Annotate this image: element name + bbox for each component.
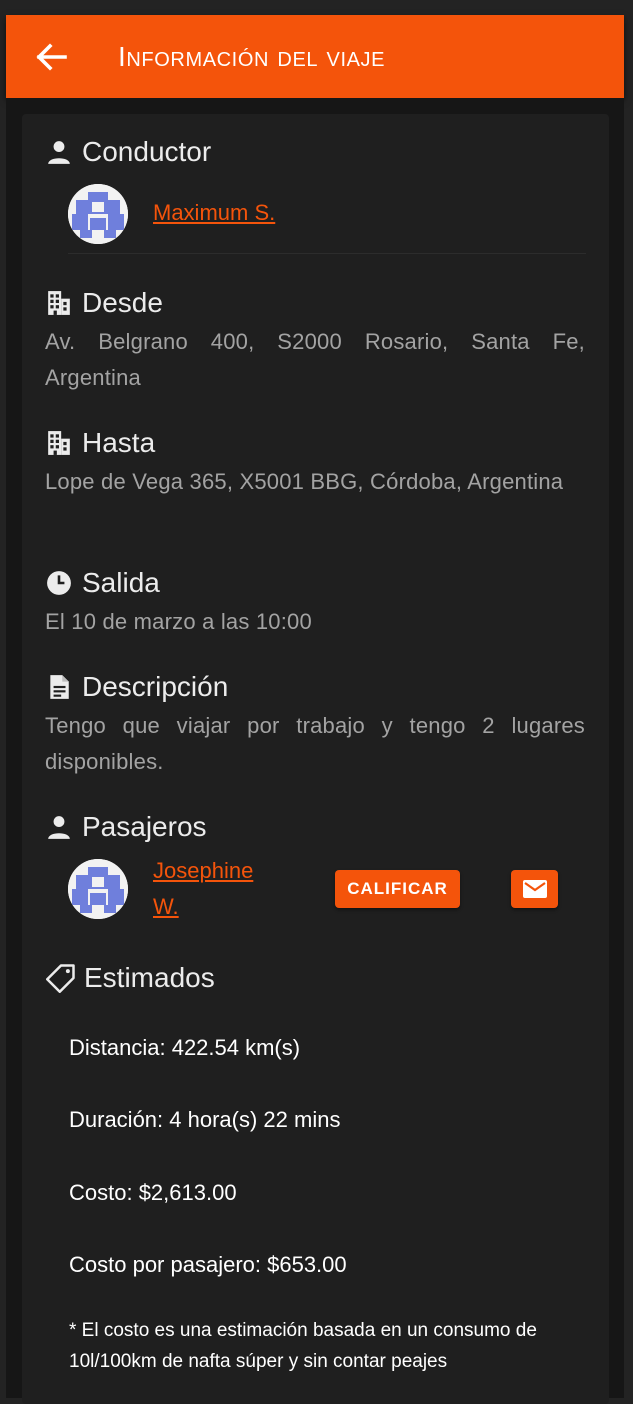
- estimated-distance: Distancia: 422.54 km(s): [69, 1035, 301, 1060]
- message-passenger-button[interactable]: [511, 870, 558, 908]
- passenger-first-name: Josephine: [153, 858, 254, 883]
- estimados-section-header: Estimados: [46, 962, 215, 994]
- tag-icon: [46, 964, 75, 993]
- divider: [68, 253, 586, 254]
- driver-name-link[interactable]: Maximum S.: [153, 195, 275, 231]
- clock-icon: [47, 571, 71, 595]
- page-title: Información del viaje: [118, 41, 386, 72]
- hasta-heading: Hasta: [82, 427, 156, 458]
- departure-time: El 10 de marzo a las 10:00: [45, 609, 312, 634]
- trip-description: Tengo que viajar por trabajo y tengo 2 l…: [45, 713, 585, 774]
- descripcion-section-header: Descripción: [46, 671, 228, 703]
- pasajeros-heading: Pasajeros: [82, 811, 207, 842]
- estimated-cost-per-passenger: Costo por pasajero: $653.00: [69, 1252, 347, 1277]
- mail-icon: [522, 880, 547, 898]
- person-icon: [48, 816, 70, 839]
- app-toolbar: Información del viaje: [6, 15, 624, 98]
- building-icon: [48, 431, 70, 455]
- trip-info-card: Conductor Maximum S. Desde Av. Belgrano …: [22, 114, 609, 1404]
- desde-heading: Desde: [82, 287, 163, 318]
- desde-section-header: Desde: [46, 287, 163, 319]
- salida-section-header: Salida: [46, 567, 160, 599]
- passenger-avatar[interactable]: [68, 859, 128, 919]
- conductor-heading: Conductor: [82, 136, 212, 167]
- estimated-cost: Costo: $2,613.00: [69, 1180, 237, 1205]
- arrow-left-icon: [36, 43, 67, 71]
- conductor-section-header: Conductor: [46, 136, 211, 168]
- driver-avatar[interactable]: [68, 184, 128, 244]
- rate-passenger-button[interactable]: CALIFICAR: [335, 870, 460, 908]
- estimados-heading: Estimados: [84, 962, 215, 993]
- cost-disclaimer: * El costo es una estimación basada en u…: [69, 1320, 537, 1372]
- hasta-section-header: Hasta: [46, 427, 155, 459]
- passenger-last-initial: W.: [153, 894, 179, 919]
- destination-address: Lope de Vega 365, X5001 BBG, Córdoba, Ar…: [45, 469, 564, 494]
- building-icon: [48, 291, 70, 315]
- salida-heading: Salida: [82, 567, 160, 598]
- back-button[interactable]: [36, 43, 68, 71]
- pasajeros-section-header: Pasajeros: [46, 811, 207, 843]
- document-icon: [50, 675, 69, 699]
- person-icon: [48, 141, 70, 164]
- origin-address: Av. Belgrano 400, S2000 Rosario, Santa F…: [45, 329, 585, 390]
- descripcion-heading: Descripción: [82, 671, 229, 702]
- passenger-name-link[interactable]: Josephine W.: [153, 853, 253, 925]
- estimated-duration: Duración: 4 hora(s) 22 mins: [69, 1107, 341, 1132]
